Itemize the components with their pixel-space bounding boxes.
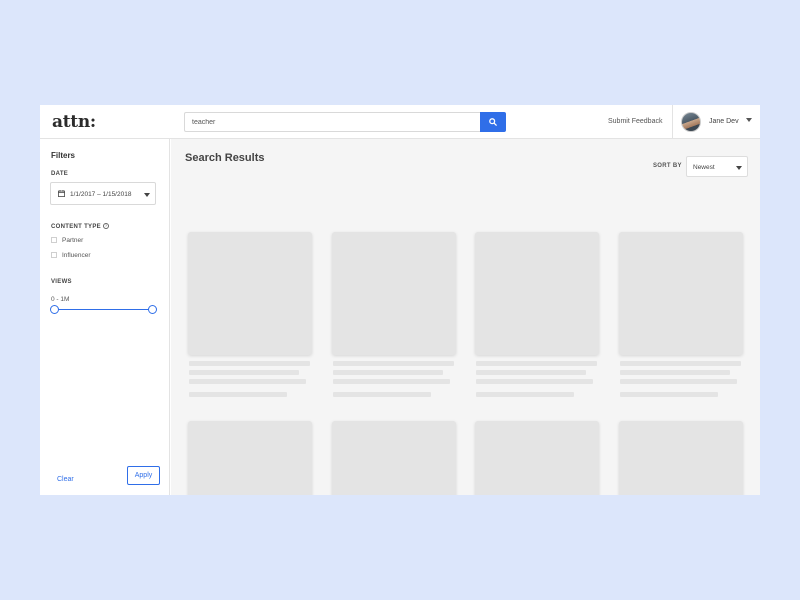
text-line-placeholder <box>189 379 306 384</box>
result-thumbnail-placeholder <box>188 232 312 355</box>
text-line-placeholder <box>189 370 299 375</box>
date-range-picker[interactable]: 1/1/2017 – 1/15/2018 <box>50 182 156 205</box>
search-bar <box>184 112 506 132</box>
user-name[interactable]: Jane Dev <box>709 118 739 125</box>
header-divider <box>672 105 673 139</box>
app-window: attn: Submit Feedback Jane Dev Filters D… <box>40 105 760 495</box>
chevron-down-icon[interactable] <box>746 118 752 122</box>
avatar[interactable] <box>681 112 701 132</box>
top-bar: attn: Submit Feedback Jane Dev <box>40 105 760 139</box>
text-line-placeholder <box>620 392 718 397</box>
chevron-down-icon <box>736 166 742 170</box>
text-line-placeholder <box>476 361 597 366</box>
result-thumbnail-placeholder <box>332 421 456 495</box>
views-range-value: 0 - 1M <box>51 296 70 303</box>
text-line-placeholder <box>189 392 287 397</box>
search-icon <box>489 118 497 126</box>
result-thumbnail-placeholder <box>475 421 599 495</box>
content-type-label: CONTENT TYPE <box>51 224 101 230</box>
text-line-placeholder <box>333 370 443 375</box>
text-line-placeholder <box>620 379 737 384</box>
result-thumbnail-placeholder <box>188 421 312 495</box>
text-line-placeholder <box>333 392 431 397</box>
text-line-placeholder <box>476 370 586 375</box>
help-icon[interactable]: ? <box>103 223 109 229</box>
search-input[interactable] <box>184 112 480 132</box>
filters-sidebar: Filters DATE 1/1/2017 – 1/15/2018 CONTEN… <box>40 139 170 495</box>
sort-select[interactable]: Newest <box>686 156 748 177</box>
influencer-checkbox[interactable] <box>51 252 57 258</box>
search-button[interactable] <box>480 112 506 132</box>
text-line-placeholder <box>189 361 310 366</box>
views-slider-min-handle[interactable] <box>50 305 59 314</box>
text-line-placeholder <box>333 361 454 366</box>
result-thumbnail-placeholder <box>332 232 456 355</box>
result-thumbnail-placeholder <box>619 421 743 495</box>
text-line-placeholder <box>476 379 593 384</box>
apply-button[interactable]: Apply <box>127 466 160 485</box>
filters-title: Filters <box>51 151 76 160</box>
text-line-placeholder <box>620 370 730 375</box>
text-line-placeholder <box>333 379 450 384</box>
result-thumbnail-placeholder <box>619 232 743 355</box>
page-title: Search Results <box>185 152 265 164</box>
text-line-placeholder <box>620 361 741 366</box>
calendar-icon <box>58 190 65 197</box>
views-label: VIEWS <box>51 279 72 285</box>
partner-checkbox[interactable] <box>51 237 57 243</box>
submit-feedback-link[interactable]: Submit Feedback <box>608 118 662 125</box>
result-thumbnail-placeholder <box>475 232 599 355</box>
logo[interactable]: attn: <box>52 112 96 132</box>
date-range-value: 1/1/2017 – 1/15/2018 <box>70 191 132 198</box>
views-slider-max-handle[interactable] <box>148 305 157 314</box>
sort-by-label: SORT BY <box>653 163 682 169</box>
text-line-placeholder <box>476 392 574 397</box>
clear-button[interactable]: Clear <box>57 476 74 483</box>
sort-value: Newest <box>693 164 715 171</box>
results-area: Search Results SORT BY Newest <box>171 139 760 495</box>
influencer-label[interactable]: Influencer <box>62 252 91 259</box>
partner-label[interactable]: Partner <box>62 237 83 244</box>
chevron-down-icon <box>144 193 150 197</box>
date-label: DATE <box>51 171 69 177</box>
views-slider-track[interactable] <box>54 309 152 310</box>
